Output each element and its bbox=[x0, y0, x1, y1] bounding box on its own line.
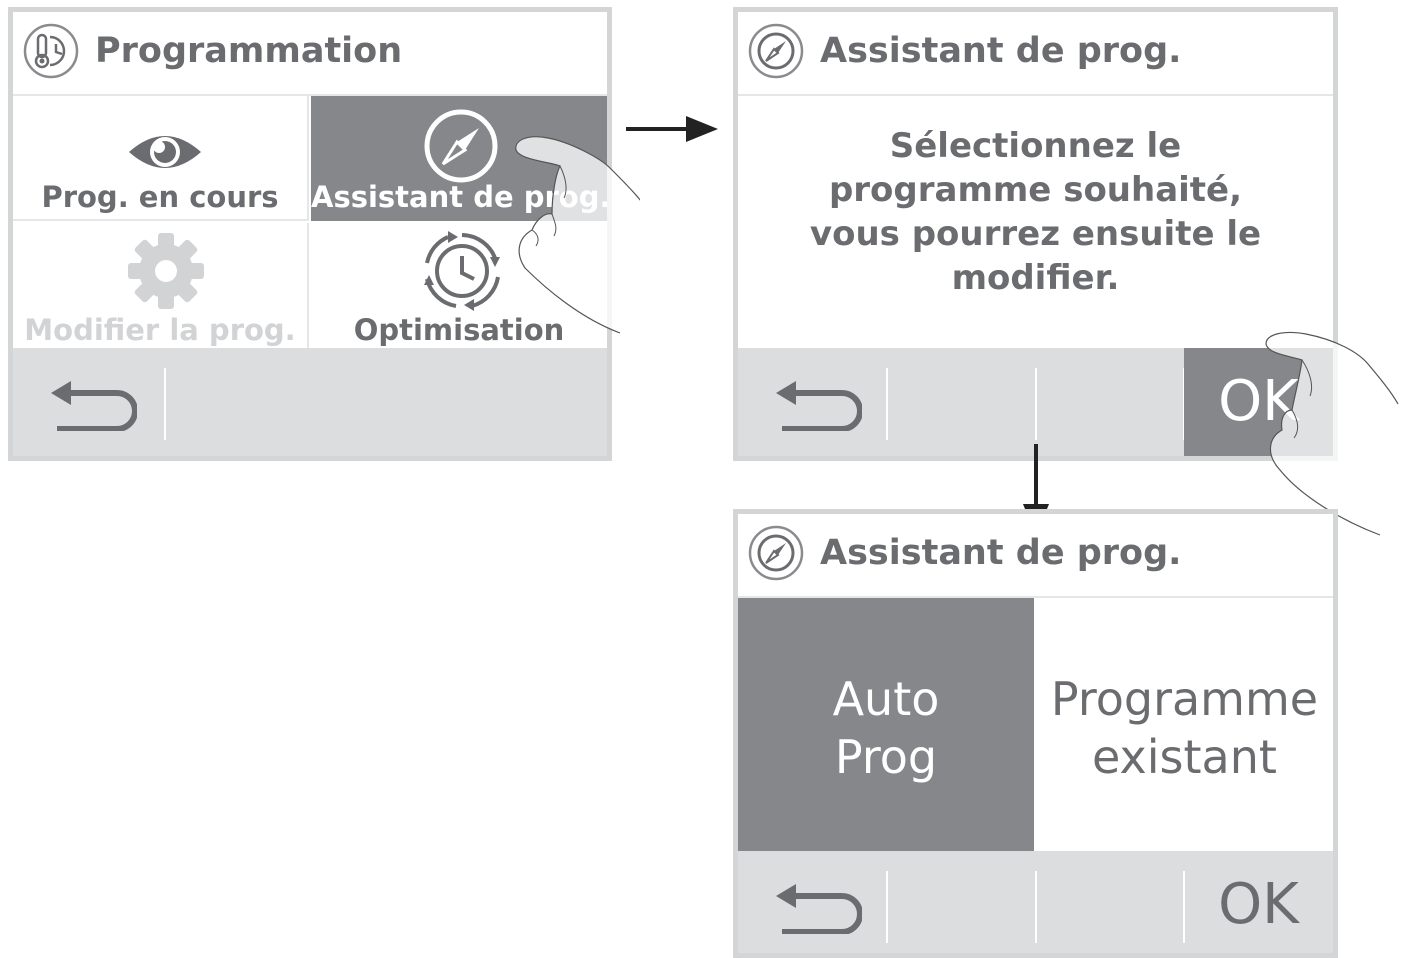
message-line: vous pourrez ensuite le bbox=[809, 214, 1262, 254]
compass-icon bbox=[748, 23, 804, 79]
option-label: Programme existant bbox=[1036, 670, 1333, 786]
thermometer-clock-icon bbox=[23, 23, 79, 79]
assistant-screen-choice: Assistant de prog. Auto Prog Programme e… bbox=[733, 509, 1338, 958]
back-button[interactable] bbox=[772, 381, 862, 431]
back-button[interactable] bbox=[772, 884, 862, 934]
separator bbox=[886, 871, 888, 943]
compass-icon bbox=[424, 109, 498, 183]
back-button[interactable] bbox=[47, 381, 137, 431]
tile-modifier-la-prog: Modifier la prog. bbox=[13, 223, 309, 348]
option-label: Auto Prog bbox=[738, 670, 1034, 786]
separator bbox=[164, 368, 166, 440]
message-line: Sélectionnez le bbox=[889, 126, 1182, 166]
option-label-line: Prog bbox=[834, 730, 938, 784]
tile-prog-en-cours[interactable]: Prog. en cours bbox=[13, 96, 309, 221]
message-line: modifier. bbox=[951, 258, 1120, 298]
eye-icon bbox=[129, 136, 201, 168]
arrow-right-icon bbox=[626, 116, 718, 142]
page-title: Assistant de prog. bbox=[820, 31, 1182, 71]
clock-cycle-icon bbox=[424, 231, 500, 311]
compass-icon bbox=[748, 525, 804, 581]
separator bbox=[1035, 871, 1037, 943]
page-title: Assistant de prog. bbox=[820, 533, 1182, 573]
title-bar: Assistant de prog. bbox=[738, 12, 1333, 96]
tile-label: Prog. en cours bbox=[41, 180, 279, 214]
bottom-bar: OK bbox=[738, 851, 1333, 953]
instruction-message: Sélectionnez le programme souhaité, vous… bbox=[738, 124, 1333, 300]
hand-pointer-icon bbox=[515, 136, 640, 334]
option-label-line: Auto bbox=[832, 672, 940, 726]
ok-button[interactable]: OK bbox=[1184, 851, 1333, 953]
option-label-line: existant bbox=[1092, 730, 1277, 784]
title-bar: Assistant de prog. bbox=[738, 514, 1333, 598]
separator bbox=[1035, 368, 1037, 440]
page-title: Programmation bbox=[95, 31, 403, 71]
option-label-line: Programme bbox=[1050, 672, 1319, 726]
option-auto-prog[interactable]: Auto Prog bbox=[738, 598, 1034, 851]
title-bar: Programmation bbox=[13, 12, 607, 96]
option-programme-existant[interactable]: Programme existant bbox=[1036, 598, 1333, 851]
tile-label: Modifier la prog. bbox=[24, 313, 296, 347]
gear-icon bbox=[128, 233, 204, 309]
separator bbox=[886, 368, 888, 440]
message-line: programme souhaité, bbox=[828, 170, 1243, 210]
bottom-bar bbox=[13, 348, 607, 456]
